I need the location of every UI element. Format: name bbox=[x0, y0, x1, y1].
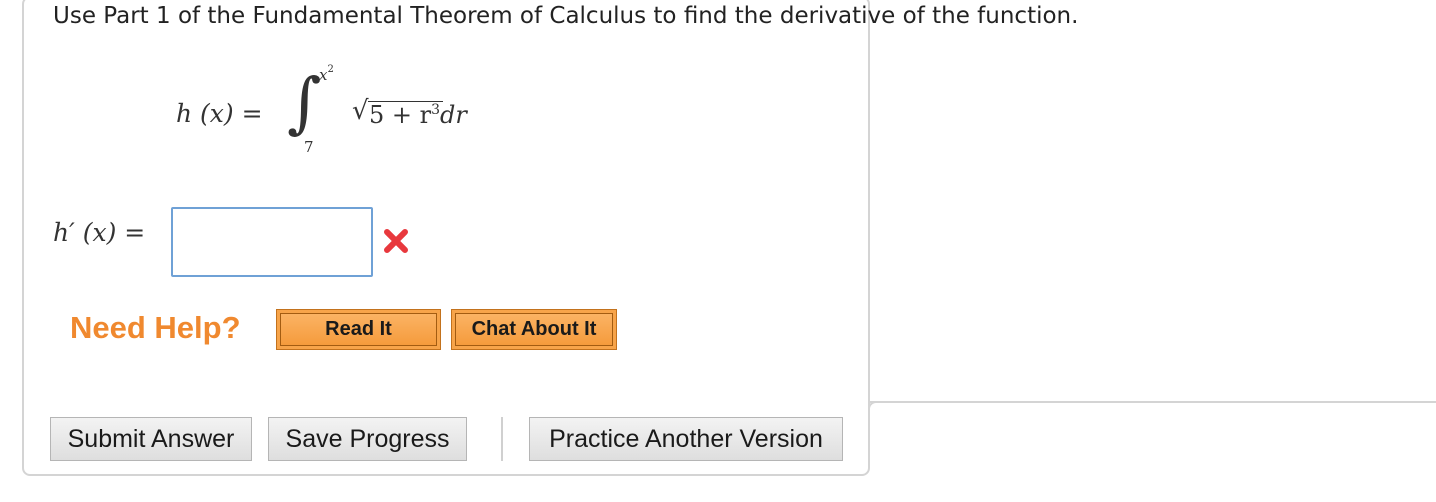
question-text: Use Part 1 of the Fundamental Theorem of… bbox=[53, 3, 1079, 29]
integrand-tail: dr bbox=[440, 101, 467, 129]
submit-answer-button[interactable]: Submit Answer bbox=[50, 417, 252, 461]
practice-another-version-button[interactable]: Practice Another Version bbox=[529, 417, 843, 461]
integral-lower-limit: 7 bbox=[304, 138, 314, 156]
save-progress-button[interactable]: Save Progress bbox=[268, 417, 467, 461]
read-it-button[interactable]: Read It bbox=[276, 309, 441, 350]
function-lhs: h (x) = bbox=[176, 99, 263, 128]
button-separator bbox=[501, 417, 503, 461]
sqrt-symbol: √ bbox=[352, 96, 369, 126]
chat-about-it-button[interactable]: Chat About It bbox=[451, 309, 617, 350]
integrand-exponent: 3 bbox=[431, 102, 441, 118]
x-mark-icon bbox=[384, 229, 408, 253]
question-panel bbox=[22, 0, 870, 476]
integral-upper-limit: x2 bbox=[319, 64, 334, 84]
integrand: 5 + r3dr bbox=[369, 101, 467, 129]
next-panel-border bbox=[870, 401, 1436, 403]
answer-input[interactable] bbox=[171, 207, 373, 277]
integrand-lead: 5 + r bbox=[369, 101, 432, 129]
chat-about-it-label: Chat About It bbox=[455, 313, 613, 346]
need-help-title: Need Help? bbox=[70, 310, 241, 345]
read-it-label: Read It bbox=[280, 313, 437, 346]
next-panel-corner bbox=[868, 401, 878, 411]
upper-limit-exponent: 2 bbox=[327, 64, 334, 75]
answer-label: h′ (x) = bbox=[53, 218, 146, 247]
integral-symbol: ∫ bbox=[287, 64, 322, 141]
